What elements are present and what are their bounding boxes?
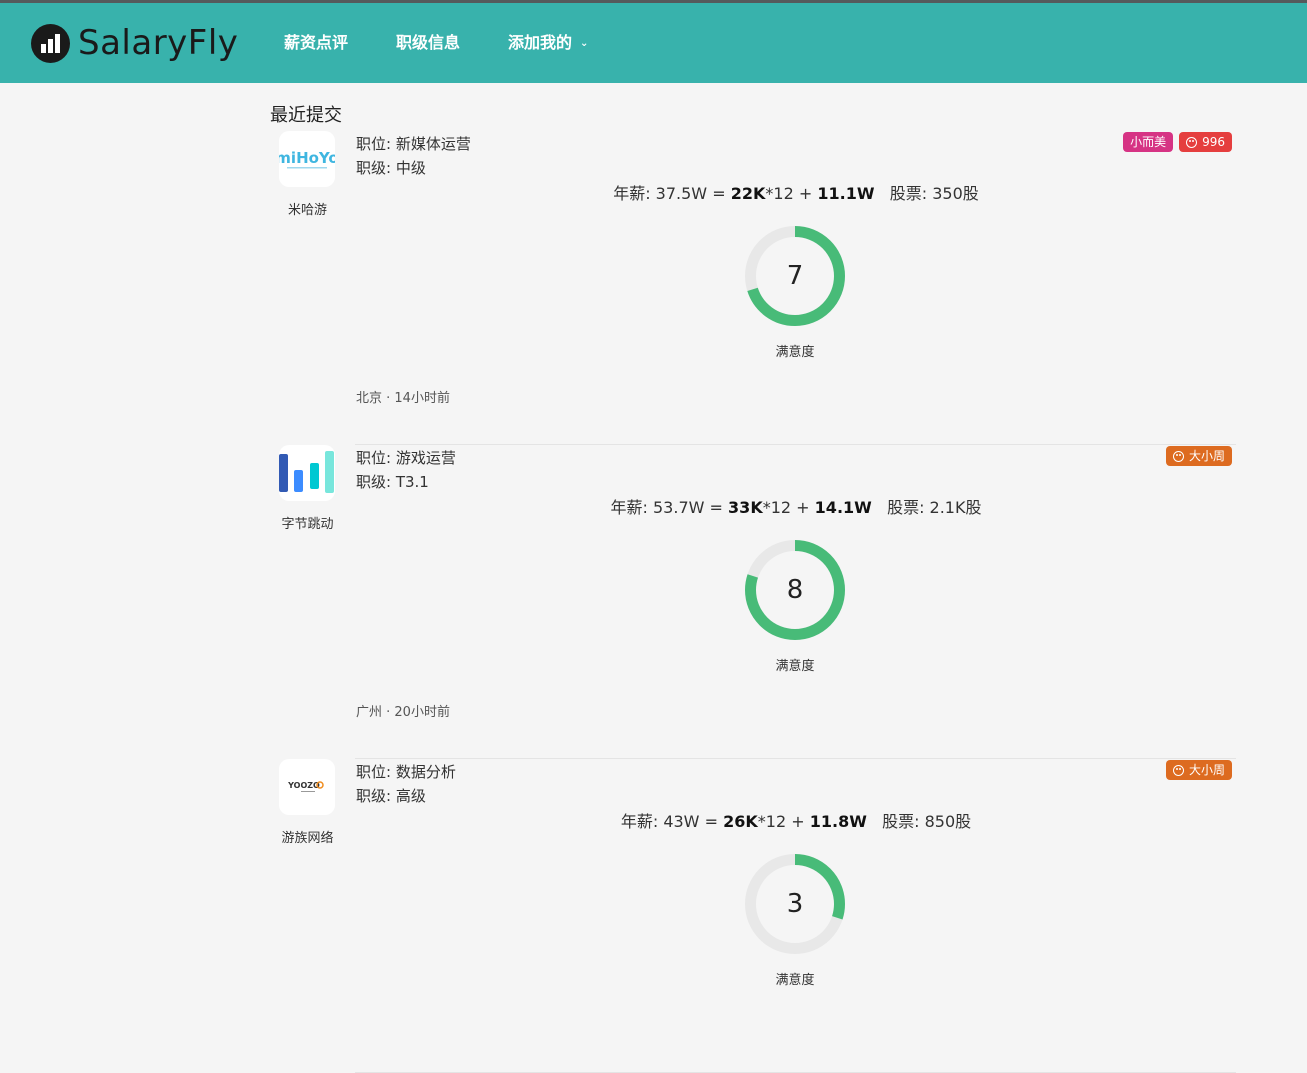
- annual-salary: 年薪: 43W: [620, 812, 700, 831]
- tag-badge[interactable]: 大小周: [1165, 446, 1232, 466]
- level-text: 职级: 中级: [356, 159, 426, 177]
- position-text: 职位: 游戏运营: [356, 449, 456, 467]
- salary-summary: 年薪: 37.5W = 22K*12 + 11.1W 股票: 350股: [613, 184, 979, 203]
- salary-post-card[interactable]: YOOZO 游族网络 职位: 数据分析 职级: 高级 大小周年薪: 43W = 26K*…: [270, 759, 1236, 1073]
- monthly-salary: 33K: [728, 498, 763, 517]
- annual-salary: 年薪: 37.5W: [613, 184, 708, 203]
- nav-add-mine-label: 添加我的: [508, 33, 573, 52]
- company-name[interactable]: 米哈游: [270, 199, 345, 218]
- level-text: 职级: T3.1: [356, 473, 429, 491]
- brand-logo[interactable]: SalaryFly: [31, 23, 238, 63]
- satisfaction-score: 3: [786, 889, 804, 919]
- company-logo[interactable]: miHoYo: [279, 131, 335, 187]
- satisfaction-label: 满意度: [775, 973, 815, 988]
- position-text: 职位: 新媒体运营: [356, 135, 471, 153]
- stock: 股票: 350股: [889, 184, 979, 203]
- salary-summary: 年薪: 53.7W = 33K*12 + 14.1W 股票: 2.1K股: [610, 498, 982, 517]
- tag-list: 小而美 996: [1123, 132, 1232, 152]
- salary-post-card[interactable]: miHoYo 米哈游 职位: 新媒体运营 职级: 中级 小而美 996 年薪: 37.5W …: [270, 131, 1236, 445]
- tag-label: 996: [1202, 135, 1225, 149]
- satisfaction-gauge: 7: [743, 224, 847, 328]
- bonus: 14.1W: [814, 498, 872, 517]
- annual-salary: 年薪: 53.7W: [610, 498, 705, 517]
- salary-summary: 年薪: 43W = 26K*12 + 11.8W 股票: 850股: [620, 812, 972, 831]
- section-title: 最近提交: [270, 105, 342, 126]
- sad-face-icon: [1186, 136, 1198, 148]
- stock: 股票: 2.1K股: [887, 498, 982, 517]
- brand-name: SalaryFly: [78, 23, 239, 63]
- company-logo[interactable]: [279, 445, 335, 501]
- sad-face-icon: [1172, 450, 1184, 462]
- tag-badge[interactable]: 大小周: [1165, 760, 1232, 780]
- tag-list: 大小周: [1165, 760, 1232, 780]
- bonus: 11.1W: [817, 184, 875, 203]
- monthly-salary: 26K: [723, 812, 758, 831]
- sad-face-icon: [1172, 764, 1184, 776]
- tag-list: 大小周: [1165, 446, 1232, 466]
- company-logo[interactable]: YOOZO: [279, 759, 335, 815]
- svg-text:miHoYo: miHoYo: [279, 149, 335, 167]
- tag-label: 大小周: [1188, 449, 1225, 463]
- svg-text:YOOZO: YOOZO: [287, 781, 320, 790]
- tag-label: 小而美: [1130, 135, 1167, 149]
- nav-add-mine[interactable]: 添加我的 ⌄: [508, 31, 588, 56]
- company-name[interactable]: 字节跳动: [270, 513, 345, 532]
- satisfaction-label: 满意度: [775, 659, 815, 674]
- bar-chart-icon: [31, 23, 70, 63]
- nav-level-info[interactable]: 职级信息: [396, 31, 460, 55]
- tag-badge[interactable]: 996: [1179, 132, 1232, 152]
- satisfaction-gauge: 3: [743, 852, 847, 956]
- monthly-salary: 22K: [730, 184, 766, 203]
- tag-label: 大小周: [1188, 763, 1225, 777]
- satisfaction-score: 7: [786, 261, 804, 291]
- satisfaction-score: 8: [786, 575, 804, 605]
- location-time: 广州 · 20小时前: [356, 705, 450, 720]
- level-text: 职级: 高级: [356, 787, 426, 805]
- location-time: 北京 · 14小时前: [356, 391, 450, 406]
- position-text: 职位: 数据分析: [356, 763, 456, 781]
- salary-post-card[interactable]: 字节跳动 职位: 游戏运营 职级: T3.1 大小周年薪: 53.7W = 33K*1…: [270, 445, 1236, 759]
- tag-badge[interactable]: 小而美: [1123, 132, 1174, 152]
- nav-salary-reviews[interactable]: 薪资点评: [284, 31, 348, 55]
- company-name[interactable]: 游族网络: [270, 827, 345, 846]
- chevron-down-icon: ⌄: [580, 37, 589, 49]
- satisfaction-gauge: 8: [743, 538, 847, 642]
- stock: 股票: 850股: [882, 812, 972, 831]
- navbar: SalaryFly 薪资点评 职级信息 添加我的 ⌄: [0, 3, 1307, 83]
- satisfaction-label: 满意度: [775, 345, 815, 360]
- bonus: 11.8W: [809, 812, 867, 831]
